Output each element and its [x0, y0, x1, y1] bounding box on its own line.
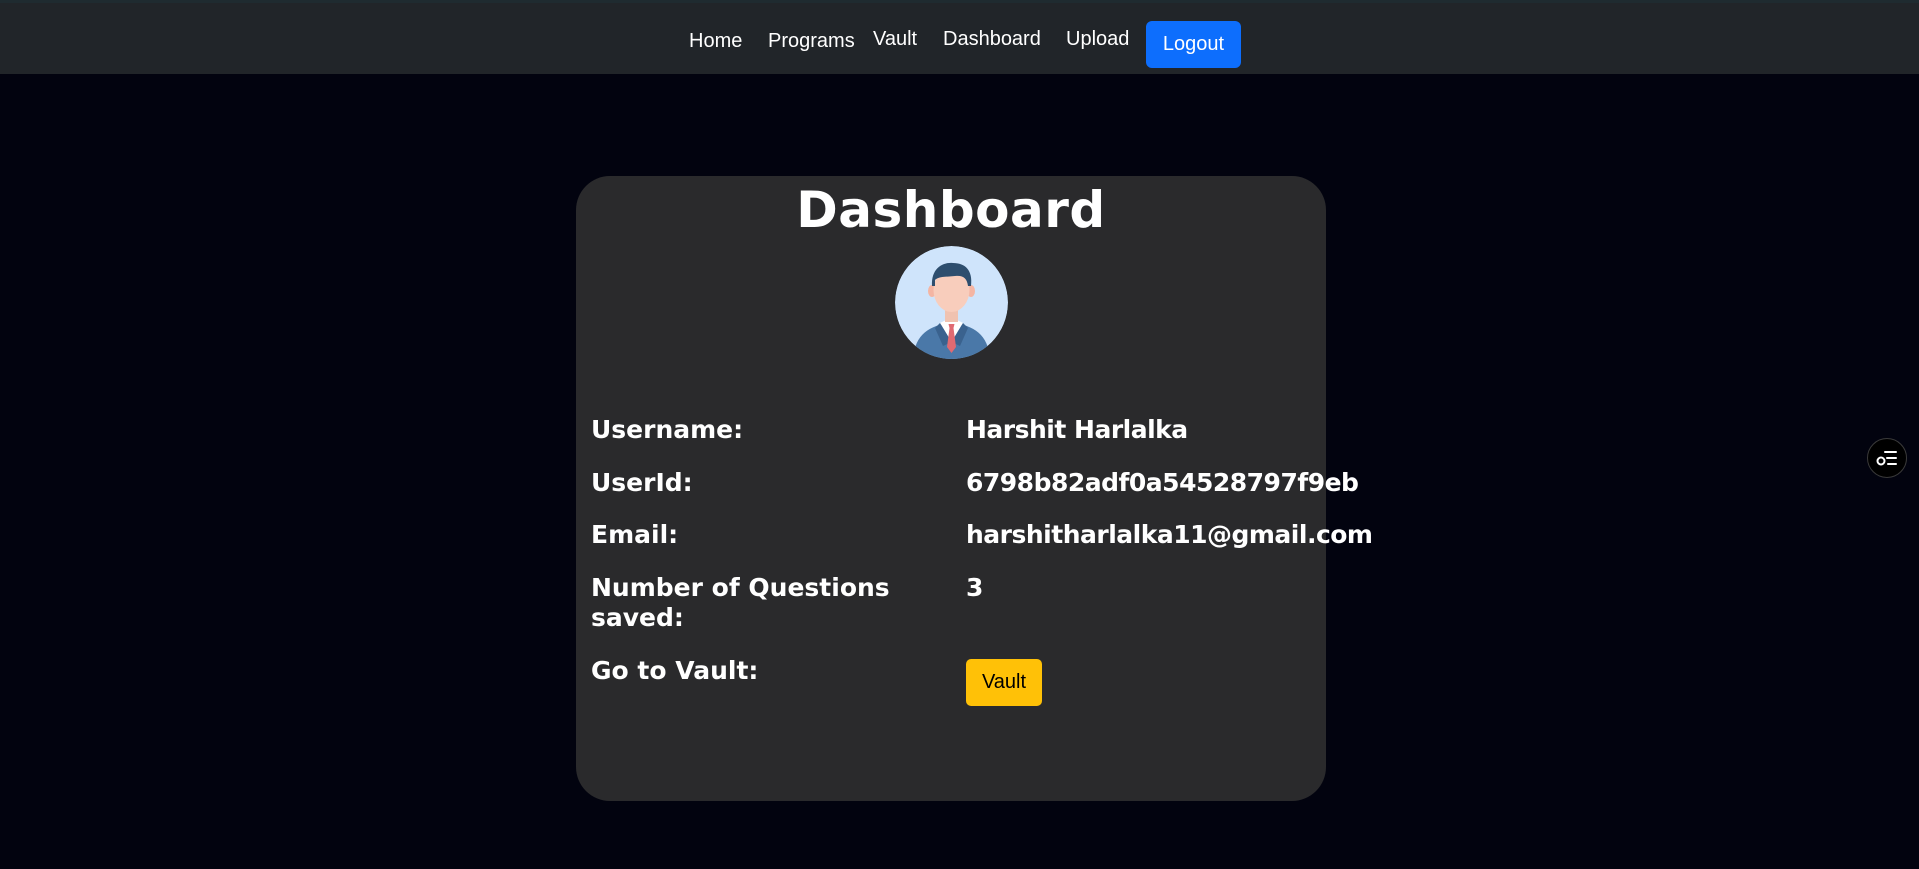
nav-programs-link[interactable]: Programs — [768, 29, 855, 53]
username-value: Harshit Harlalka — [966, 415, 1188, 444]
username-label: Username: — [591, 415, 744, 444]
nav-home-link[interactable]: Home — [689, 29, 742, 53]
go-to-vault-label: Go to Vault: — [591, 656, 759, 685]
questions-saved-value: 3 — [966, 573, 983, 602]
userid-label: UserId: — [591, 468, 693, 497]
userid-value: 6798b82adf0a54528797f9eb — [966, 468, 1359, 497]
avatar-image — [895, 246, 1008, 359]
navbar: Home Programs Vault Dashboard Upload Log… — [0, 3, 1919, 74]
email-label: Email: — [591, 520, 679, 549]
nav-vault-link[interactable]: Vault — [873, 27, 917, 51]
filter-list-icon[interactable] — [1867, 438, 1907, 478]
email-value: harshitharlalka11@gmail.com — [966, 520, 1373, 549]
questions-saved-label: Number of Questions saved: — [591, 573, 890, 632]
vault-button[interactable]: Vault — [966, 659, 1042, 706]
user-avatar-businessman-icon — [895, 246, 1008, 359]
dashboard-card: Dashboard Username: Harshit Harlalka Use… — [576, 176, 1373, 801]
logout-button[interactable]: Logout — [1146, 21, 1241, 68]
page-title: Dashboard — [796, 181, 1106, 239]
nav-upload-link[interactable]: Upload — [1066, 27, 1129, 51]
nav-dashboard-link[interactable]: Dashboard — [943, 27, 1041, 51]
filter-list-icon-graphic — [1876, 451, 1897, 466]
